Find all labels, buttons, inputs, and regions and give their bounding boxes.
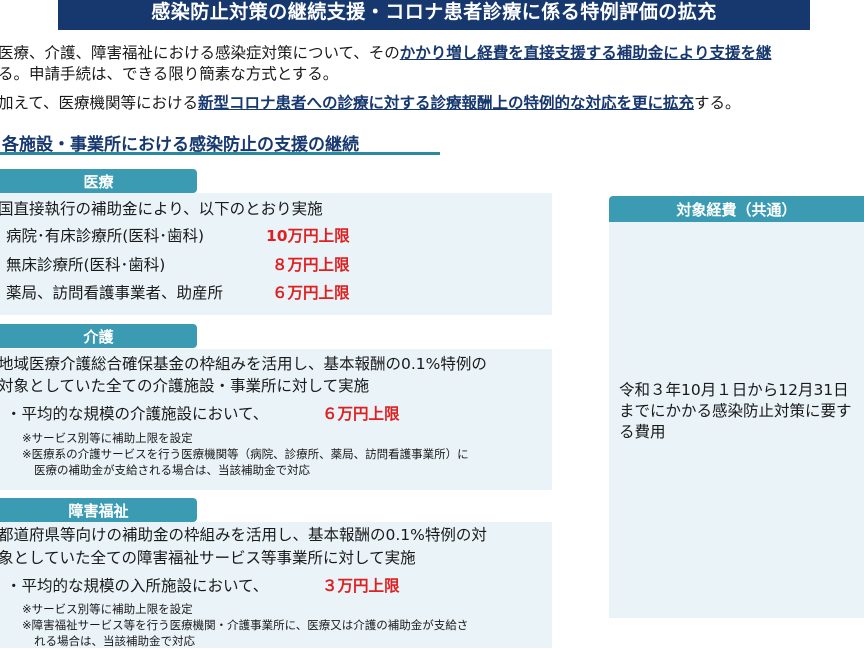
care-note-2: ※医療系の介護サービスを行う医療機関等（病院、診療所、薬局、訪問看護事業所）に <box>22 447 469 461</box>
disability-tab: 障害福祉 <box>0 498 197 522</box>
medical-item-clinic: 無床診療所(医科･歯科) <box>6 256 166 274</box>
disability-amount: ３万円上限 <box>322 577 400 595</box>
intro-line-1-text: 医療、介護、障害福祉における感染症対策について、その <box>0 44 400 62</box>
intro-line-3-highlight: 新型コロナ患者への診療に対する診療報酬上の特例的な対応を更に拡充 <box>197 94 694 112</box>
target-cost-line-1: 令和３年10月１日から12月31日 <box>619 381 849 399</box>
disability-note-2: ※障害福祉サービス等を行う医療機関・介護事業所に、医療又は介護の補助金が支給さ <box>22 618 469 632</box>
medical-amount-pharmacy: ６万円上限 <box>272 284 350 302</box>
intro-line-3-tail: する。 <box>693 94 741 112</box>
care-note-3: 医療の補助金が支給される場合は、当該補助金で対応 <box>34 463 310 477</box>
disability-lead-1: 都道府県等向けの補助金の枠組みを活用し、基本報酬の0.1%特例の対 <box>0 526 487 544</box>
care-note-1: ※サービス別等に補助上限を設定 <box>22 431 193 445</box>
disability-note-1: ※サービス別等に補助上限を設定 <box>22 602 193 616</box>
medical-lead: 国直接執行の補助金により、以下のとおり実施 <box>0 200 323 218</box>
section-underline <box>0 152 440 155</box>
care-lead-2: 対象としていた全ての介護施設・事業所に対して実施 <box>0 377 370 395</box>
disability-note-3: れる場合は、当該補助金で対応 <box>34 634 195 648</box>
target-cost-line-2: までにかかる感染防止対策に要す <box>619 402 852 420</box>
target-cost-tab: 対象経費（共通） <box>609 196 864 222</box>
disability-bullet: ・平均的な規模の入所施設において、 <box>6 577 269 595</box>
care-tab: 介護 <box>0 324 197 348</box>
intro-line-1-highlight: かかり増し経費を直接支援する補助金により支援を継 <box>399 44 772 62</box>
disability-lead-2: 象としていた全ての障害福祉サービス等事業所に対して実施 <box>0 549 416 567</box>
medical-item-pharmacy: 薬局、訪問看護事業者、助産所 <box>6 284 224 302</box>
care-amount: ６万円上限 <box>322 405 400 423</box>
page-title: 感染防止対策の継続支援・コロナ患者診療に係る特例評価の拡充 <box>58 0 810 30</box>
care-bullet: ・平均的な規模の介護施設において、 <box>6 405 269 423</box>
intro-line-1: 医療、介護、障害福祉における感染症対策について、そのかかり増し経費を直接支援する… <box>0 43 771 63</box>
intro-line-3: 加えて、医療機関等における新型コロナ患者への診療に対する診療報酬上の特例的な対応… <box>0 93 740 113</box>
intro-line-2: る。申請手続は、できる限り簡素な方式とする。 <box>0 65 339 83</box>
target-cost-line-3: る費用 <box>619 423 666 441</box>
medical-amount-clinic: ８万円上限 <box>272 256 350 274</box>
intro-line-3-text: 加えて、医療機関等における <box>0 94 198 112</box>
medical-item-hospital: 病院･有床診療所(医科･歯科) <box>6 227 205 245</box>
medical-amount-hospital: 10万円上限 <box>266 227 350 245</box>
target-cost-text: 令和３年10月１日から12月31日 までにかかる感染防止対策に要す る費用 <box>619 380 864 443</box>
care-lead-1: 地域医療介護総合確保基金の枠組みを活用し、基本報酬の0.1%特例の <box>0 355 487 373</box>
medical-tab: 医療 <box>0 169 197 193</box>
